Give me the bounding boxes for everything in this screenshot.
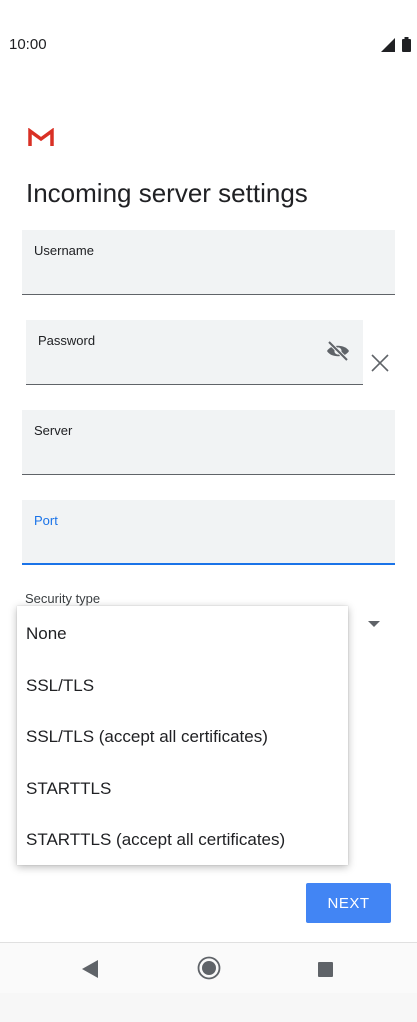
username-field[interactable]: Username (22, 230, 395, 295)
battery-icon (402, 37, 411, 53)
nav-recent-icon[interactable] (318, 962, 333, 977)
security-type-label: Security type (25, 591, 101, 606)
option-starttls-accept-all[interactable]: STARTTLS (accept all certificates) (26, 830, 285, 850)
close-icon[interactable] (370, 353, 390, 373)
password-label: Password (38, 333, 96, 348)
security-type-dropdown: None SSL/TLS SSL/TLS (accept all certifi… (17, 606, 348, 865)
username-label: Username (34, 243, 94, 258)
password-field[interactable]: Password (26, 320, 363, 385)
port-label: Port (34, 513, 58, 528)
option-starttls[interactable]: STARTTLS (26, 779, 111, 799)
page-title: Incoming server settings (26, 178, 308, 208)
nav-home-icon[interactable] (197, 956, 221, 980)
server-label: Server (34, 423, 73, 438)
navigation-bar (0, 942, 417, 993)
server-field[interactable]: Server (22, 410, 395, 475)
next-button[interactable]: NEXT (306, 883, 391, 923)
dropdown-arrow-icon[interactable] (368, 621, 380, 627)
port-field[interactable]: Port (22, 500, 395, 565)
signal-icon (380, 37, 395, 52)
nav-back-icon[interactable] (82, 960, 98, 978)
option-ssl-tls-accept-all[interactable]: SSL/TLS (accept all certificates) (26, 727, 268, 747)
bottom-area (0, 993, 417, 1022)
option-none[interactable]: None (26, 624, 67, 644)
status-time: 10:00 (9, 36, 47, 53)
status-icons (380, 36, 411, 54)
option-ssl-tls[interactable]: SSL/TLS (26, 676, 94, 696)
gmail-logo (28, 128, 54, 146)
visibility-off-icon[interactable] (325, 340, 351, 362)
status-bar: 10:00 (0, 0, 417, 92)
